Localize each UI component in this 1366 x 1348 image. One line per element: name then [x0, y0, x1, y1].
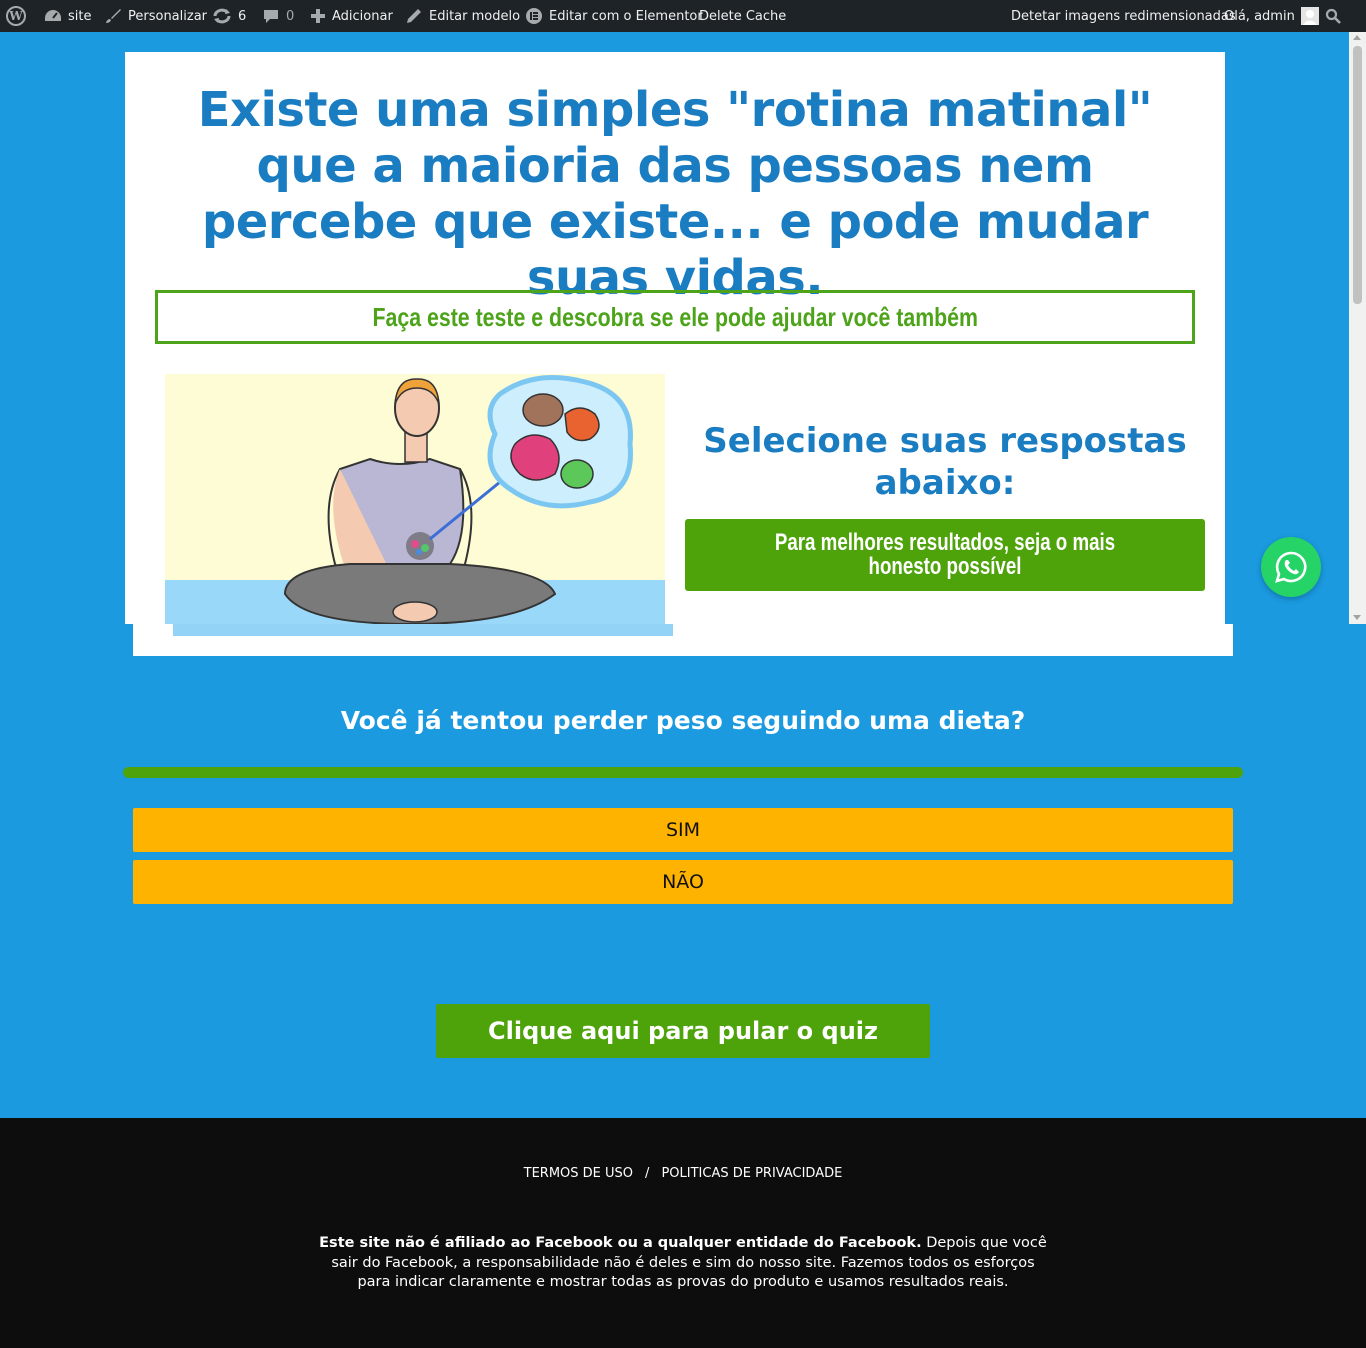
comment-icon: [262, 7, 280, 25]
scroll-down-arrow[interactable]: [1353, 615, 1361, 620]
honesty-note: Para melhores resultados, seja o mais ho…: [685, 519, 1205, 591]
skip-quiz-button[interactable]: Clique aqui para pular o quiz: [436, 1004, 930, 1058]
footer-separator: /: [645, 1166, 650, 1181]
select-answers-title: Selecione suas respostas abaixo:: [703, 421, 1187, 503]
edit-template-link[interactable]: Editar modelo: [405, 0, 520, 32]
avatar: [1300, 7, 1319, 25]
customize-label: Personalizar: [128, 8, 208, 24]
disclaimer-bold: Este site não é afiliado ao Facebook ou …: [319, 1235, 922, 1251]
honesty-note-text: Para melhores resultados, seja o mais ho…: [774, 529, 1116, 580]
edit-elementor-link[interactable]: Editar com o Elementor: [525, 0, 703, 32]
footer-links: TERMOS DE USO / POLITICAS DE PRIVACIDADE: [0, 1164, 1366, 1184]
greeting-label: Olá, admin: [1224, 8, 1295, 24]
wordpress-menu[interactable]: W: [6, 0, 26, 32]
edit-elementor-label: Editar com o Elementor: [549, 8, 703, 24]
updates-count: 6: [238, 8, 247, 24]
search-button[interactable]: [1325, 0, 1341, 32]
wordpress-icon: W: [6, 6, 26, 26]
delete-cache-link[interactable]: Delete Cache: [699, 0, 786, 32]
scrollbar-thumb[interactable]: [1353, 46, 1362, 304]
quiz-progress-bar: [123, 767, 1243, 778]
elementor-icon: [525, 7, 543, 25]
quiz-question: Você já tentou perder peso seguindo uma …: [340, 706, 1026, 735]
updates-link[interactable]: 6: [212, 0, 246, 32]
updates-icon: [212, 8, 232, 24]
add-new-label: Adicionar: [332, 8, 393, 24]
scrollbar[interactable]: [1349, 32, 1366, 624]
brush-icon: [104, 7, 122, 25]
detect-images-link[interactable]: Detetar imagens redimensionadas: [1011, 0, 1236, 32]
customize-link[interactable]: Personalizar: [104, 0, 207, 32]
dashboard-icon: [44, 8, 62, 24]
page-headline: Existe uma simples "rotina matinal" que …: [197, 82, 1153, 306]
scroll-up-arrow[interactable]: [1353, 35, 1361, 40]
comments-link[interactable]: 0: [262, 0, 294, 32]
site-link[interactable]: site: [44, 0, 91, 32]
whatsapp-button[interactable]: [1261, 537, 1321, 597]
illustration-shadow: [173, 624, 673, 636]
edit-template-label: Editar modelo: [429, 8, 521, 24]
answer-yes-button[interactable]: SIM: [133, 808, 1233, 852]
site-label: site: [68, 8, 92, 24]
privacy-link[interactable]: POLITICAS DE PRIVACIDADE: [661, 1166, 842, 1181]
admin-bar: W site Personalizar 6 0 Adicionar Editar…: [0, 0, 1366, 32]
pencil-icon: [405, 7, 423, 25]
detect-images-label: Detetar imagens redimensionadas: [1011, 8, 1236, 24]
search-icon: [1325, 8, 1341, 24]
test-banner-text: Faça este teste e descobra se ele pode a…: [372, 301, 978, 332]
comments-count: 0: [286, 8, 295, 24]
account-menu[interactable]: Olá, admin: [1224, 0, 1319, 32]
footer: [0, 1118, 1366, 1348]
delete-cache-label: Delete Cache: [699, 8, 787, 24]
meditation-illustration: [165, 374, 665, 624]
test-banner: Faça este teste e descobra se ele pode a…: [155, 290, 1195, 344]
add-new-link[interactable]: Adicionar: [310, 0, 393, 32]
whatsapp-icon: [1275, 551, 1307, 583]
footer-disclaimer: Este site não é afiliado ao Facebook ou …: [318, 1234, 1048, 1293]
terms-link[interactable]: TERMOS DE USO: [524, 1166, 633, 1181]
answer-no-button[interactable]: NÃO: [133, 860, 1233, 904]
plus-icon: [310, 8, 326, 24]
